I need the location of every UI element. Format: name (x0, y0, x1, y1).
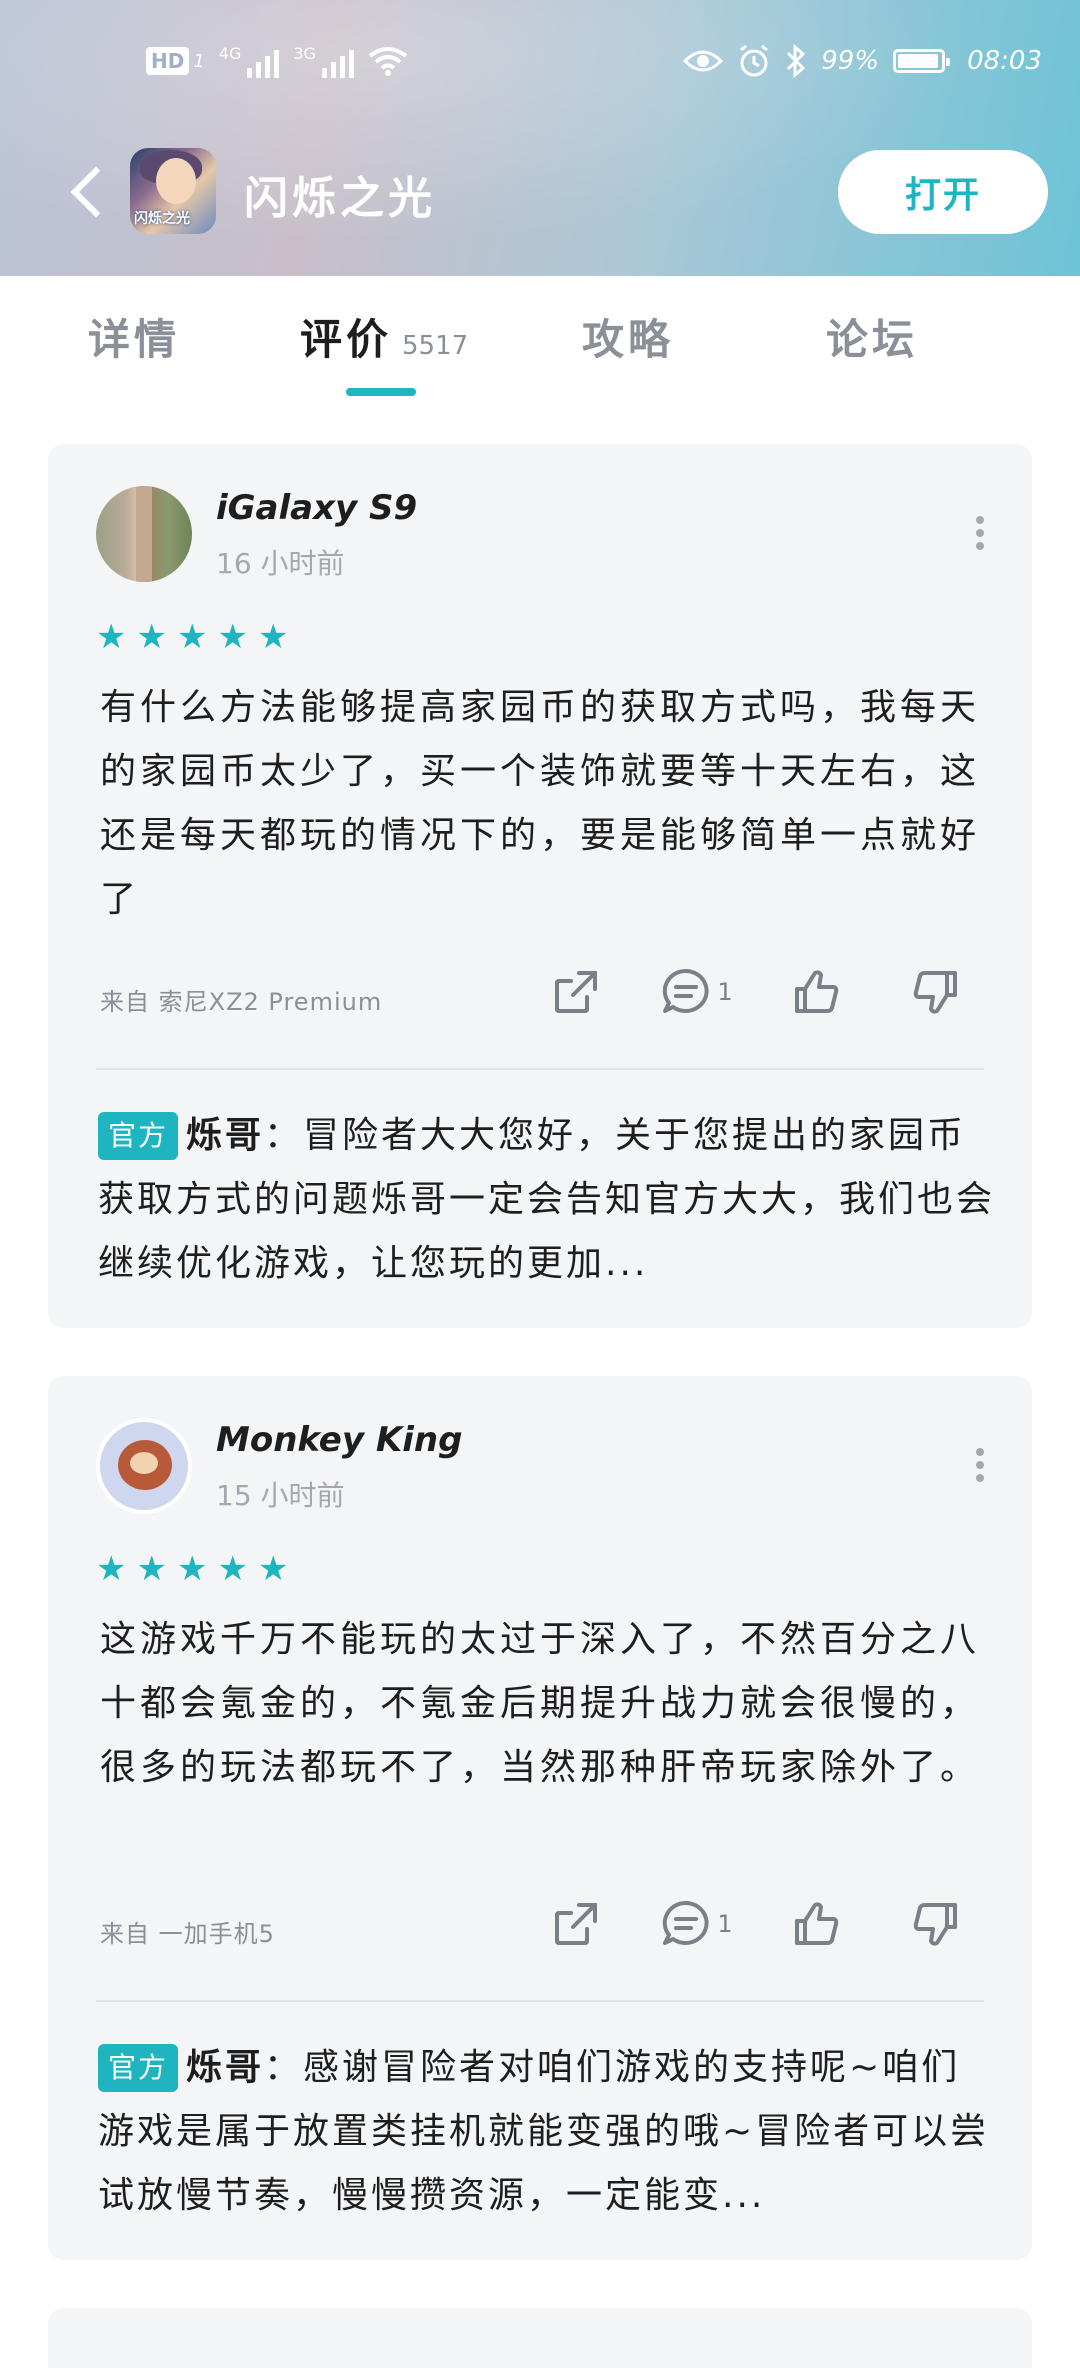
review-count: 5517 (402, 331, 469, 361)
comment-count: 1 (717, 978, 733, 1006)
star-icon: ★ (96, 617, 127, 657)
star-icon: ★ (96, 1549, 127, 1589)
star-icon: ★ (217, 1549, 248, 1589)
star-icon: ★ (257, 617, 289, 657)
app-icon-logo: 闪烁之光 (134, 211, 190, 227)
eye-icon (683, 50, 724, 72)
divider (96, 1068, 984, 1070)
app-icon: 闪烁之光 (130, 148, 216, 234)
like-button[interactable] (756, 1894, 876, 1954)
divider (96, 2000, 984, 2002)
star-icon: ★ (176, 617, 208, 657)
tab-bar: 详情 评价 5517 攻略 论坛 (0, 276, 1080, 406)
share-button[interactable] (516, 1894, 636, 1954)
device-info: 来自 一加手机5 (100, 1920, 275, 1948)
alarm-icon (740, 44, 769, 77)
dislike-button[interactable] (876, 962, 996, 1022)
thumbs-down-icon (913, 1903, 957, 1946)
star-icon: ★ (176, 1549, 208, 1589)
thumbs-up-icon (795, 1902, 839, 1945)
active-tab-indicator (346, 388, 416, 396)
post-time: 15 小时前 (216, 1479, 345, 1512)
device-info: 来自 索尼XZ2 Premium (100, 988, 383, 1016)
more-options-icon[interactable] (976, 516, 986, 552)
user-name[interactable]: Monkey King (216, 1420, 462, 1460)
avatar[interactable] (96, 486, 192, 582)
share-button[interactable] (516, 962, 636, 1022)
like-button[interactable] (756, 962, 876, 1022)
tab-details[interactable]: 详情 (88, 306, 180, 367)
comment-button[interactable]: 1 (636, 962, 756, 1022)
dislike-button[interactable] (876, 1894, 996, 1954)
share-icon (555, 971, 597, 1013)
app-name: 闪烁之光 (244, 173, 436, 224)
star-rating: ★ ★ ★ ★ ★ (96, 1552, 288, 1586)
back-button[interactable] (64, 162, 114, 222)
status-bar: HD 1 4G 3G 99% 08:03 (0, 0, 1080, 130)
review-actions: 1 (516, 1894, 996, 1954)
review-card-partial (48, 2308, 1032, 2368)
reply-author: 烁哥 (186, 1115, 265, 1156)
review-text[interactable]: 有什么方法能够提高家园币的获取方式吗，我每天的家园币太少了，买一个装饰就要等十天… (100, 676, 1000, 932)
post-time: 16 小时前 (216, 547, 345, 580)
official-reply[interactable]: 官方 烁哥：感谢冒险者对咱们游戏的支持呢~咱们游戏是属于放置类挂机就能变强的哦~冒… (98, 2036, 998, 2228)
bluetooth-icon (787, 44, 806, 78)
battery-percent: 99% (821, 46, 880, 76)
signal-4g-icon: 4G (219, 44, 280, 78)
hd-badge: HD (146, 47, 190, 75)
review-actions: 1 (516, 962, 996, 1022)
signal-3g-icon: 3G (293, 44, 354, 78)
tab-guides[interactable]: 攻略 (582, 306, 674, 367)
official-reply[interactable]: 官方 烁哥：冒险者大大您好，关于您提出的家园币获取方式的问题烁哥一定会告知官方大大… (98, 1104, 998, 1296)
comment-icon (663, 968, 709, 1013)
comment-count: 1 (717, 1910, 733, 1938)
avatar[interactable] (96, 1418, 192, 1514)
more-options-icon[interactable] (976, 1448, 986, 1484)
star-icon: ★ (136, 1549, 167, 1589)
title-bar: 闪烁之光 闪烁之光 打开 (0, 140, 1080, 240)
reply-author: 烁哥 (186, 2047, 265, 2088)
official-badge: 官方 (98, 1112, 179, 1160)
clock: 08:03 (967, 46, 1042, 76)
user-name[interactable]: iGalaxy S9 (216, 488, 417, 528)
thumbs-down-icon (913, 971, 957, 1014)
sim-indicator: 1 (193, 50, 205, 72)
star-rating: ★ ★ ★ ★ ★ (96, 620, 288, 654)
star-icon: ★ (136, 617, 167, 657)
battery-icon (893, 49, 951, 73)
tab-reviews[interactable]: 评价 5517 (300, 306, 468, 367)
open-button[interactable]: 打开 (838, 150, 1048, 234)
star-icon: ★ (217, 617, 248, 657)
comment-icon (663, 1900, 709, 1945)
comment-button[interactable]: 1 (636, 1894, 756, 1954)
review-card: Monkey King 15 小时前 ★ ★ ★ ★ ★ 这游戏千万不能玩的太过… (48, 1376, 1032, 2260)
review-text[interactable]: 这游戏千万不能玩的太过于深入了，不然百分之八十都会氪金的，不氪金后期提升战力就会… (100, 1608, 1000, 1800)
thumbs-up-icon (795, 970, 839, 1013)
star-icon: ★ (257, 1549, 289, 1589)
wifi-icon (368, 47, 408, 76)
share-icon (555, 1903, 597, 1945)
review-card: iGalaxy S9 16 小时前 ★ ★ ★ ★ ★ 有什么方法能够提高家园币… (48, 444, 1032, 1328)
tab-forum[interactable]: 论坛 (826, 306, 918, 367)
official-badge: 官方 (98, 2044, 179, 2092)
